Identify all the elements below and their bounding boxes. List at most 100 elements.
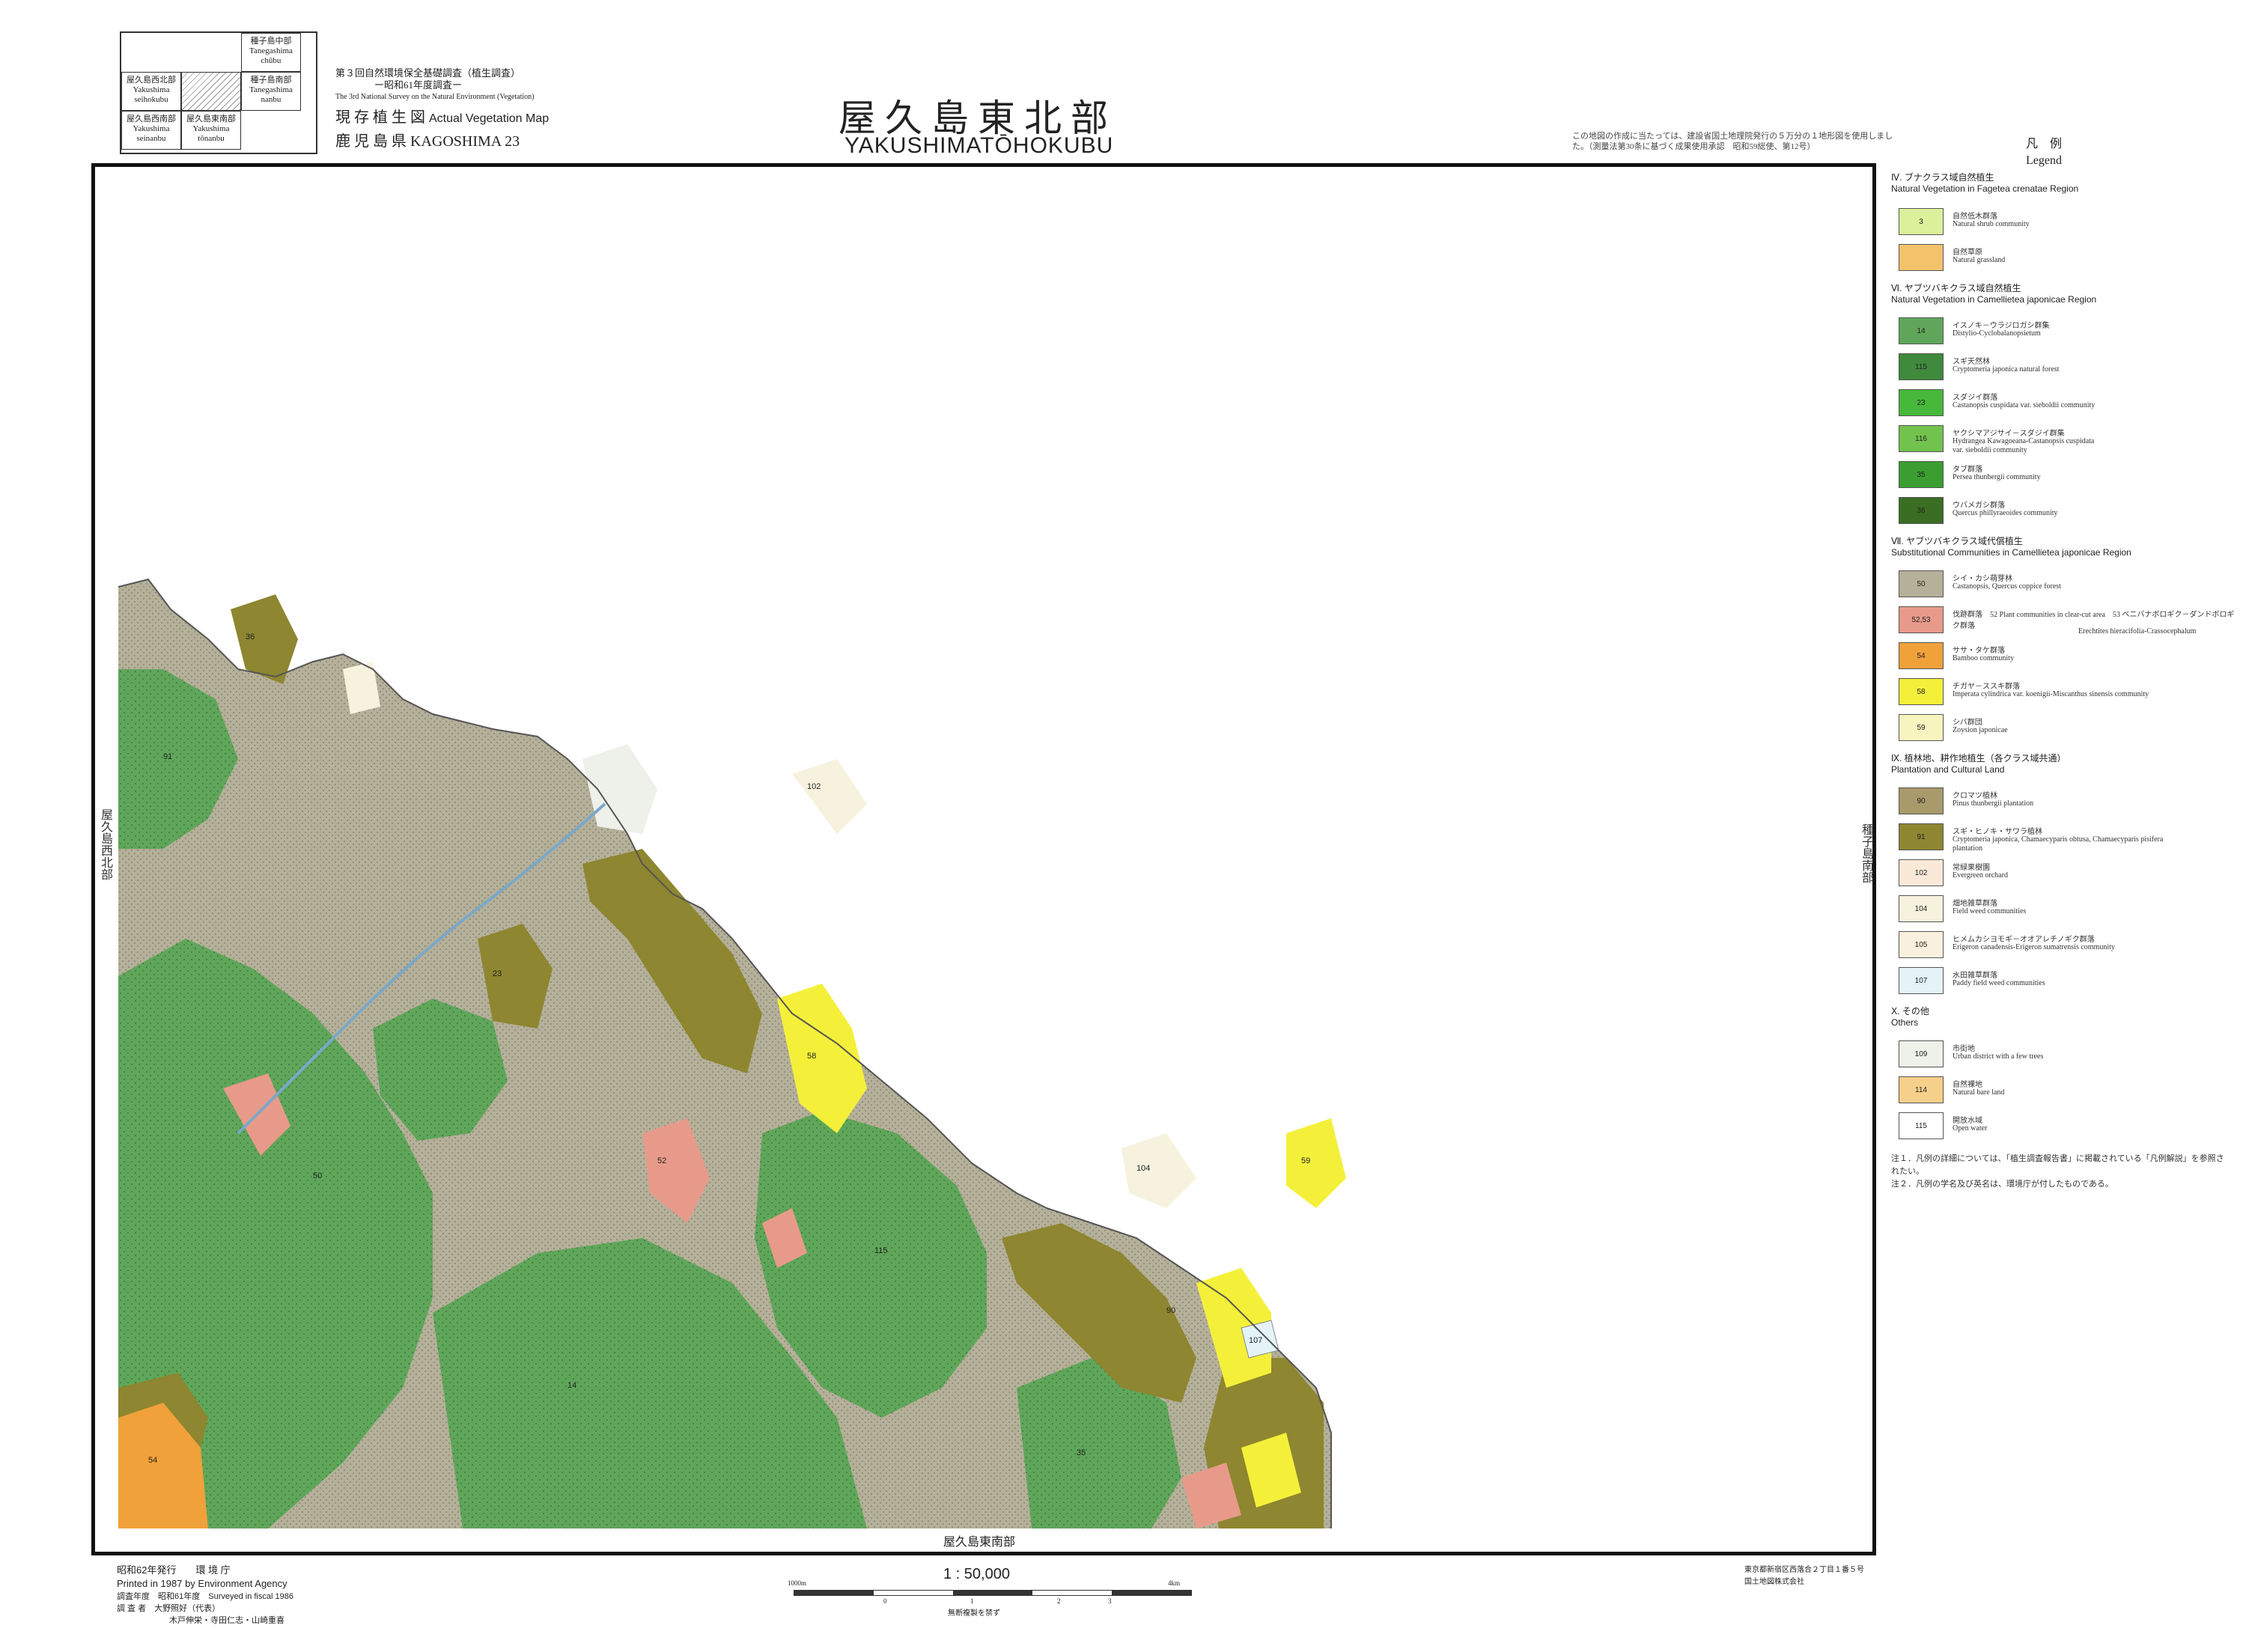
legend-item-jp: ヤクシマアジサイ－スダジイ群集 — [1953, 430, 2065, 438]
legend-heading-jp: Ⅶ. ヤブツバキクラス域代償植生 — [1891, 536, 2023, 546]
map-type-jp: 現 存 植 生 図 — [335, 109, 425, 126]
legend-item-jp: 自然草原 — [1953, 249, 1982, 257]
legend-item: 114 自然裸地 Natural bare land — [1899, 1076, 2243, 1108]
legend-item-jp: 常緑果樹園 — [1953, 864, 1990, 872]
index-map-grid: 種子島中部 Tanegashima chūbu 屋久島西北部 Yakushima s… — [120, 31, 317, 154]
map-type-en: Actual Vegetation Map — [429, 112, 550, 125]
map-label: 90 — [1166, 1306, 1175, 1315]
legend-item-jp: ササ・タケ群落 — [1953, 647, 2005, 655]
legend-heading-jp: Ⅹ. その他 — [1891, 1006, 1929, 1017]
legend-section-2: Ⅵ. ヤブツバキクラス域自然植生 Natural Vegetation in C… — [1891, 283, 2096, 305]
legend-item-en: Erechtites hieracifolia-Crassocephalum — [2078, 627, 2197, 635]
legend-item: 54 ササ・タケ群落 Bamboo community — [1899, 642, 2243, 674]
legend-item-jp: クロマツ植林 — [1953, 792, 1997, 800]
legend-item-en: Cryptomeria japonica, Chamaecyparis obtu… — [1953, 835, 2164, 853]
legend-item-en: Erigeron canadensis-Erigeron sumatrensis… — [1953, 943, 2115, 951]
map-label: 59 — [1301, 1156, 1310, 1165]
legend-title-jp: 凡 例 — [2025, 138, 2062, 150]
scale-tick: 0 — [883, 1597, 887, 1605]
legend-item-en: Castanopsis, Quercus coppice forest — [1953, 582, 2061, 591]
map-label: 107 — [1249, 1336, 1262, 1345]
legend-item: 90 クロマツ植林 Pinus thunbergii plantation — [1899, 787, 2243, 819]
legend-section-5: Ⅹ. その他 Others — [1891, 1006, 1929, 1028]
legend-item-jp: ヒメムカシヨモギ－オオアレチノギク群落 — [1953, 936, 2095, 944]
legend-item-en: Quercus phillyraeoides community — [1953, 509, 2058, 517]
legend-heading-en: Plantation and Cultural Land — [1891, 764, 2005, 775]
scale-tick: 1 — [970, 1597, 974, 1605]
legend-item: 35 タブ群落 Persea thunbergii community — [1899, 461, 2243, 493]
legend-item-en: Open water — [1953, 1124, 1988, 1133]
legend-item-en: Cryptomeria japonica natural forest — [1953, 365, 2060, 374]
reproduction-notice: 無断複製を禁ず — [948, 1609, 1000, 1618]
legend-swatch: 52,53 — [1899, 606, 1944, 633]
surveyors-other: 木戸伸栄・寺田仁志・山崎重喜 — [169, 1616, 284, 1625]
map-type: 現 存 植 生 図 Actual Vegetation Map — [335, 105, 549, 127]
legend-item: 36 ウバメガシ群落 Quercus phillyraeoides communit… — [1899, 497, 2243, 528]
legend-swatch: 54 — [1899, 642, 1944, 669]
legend-title: 凡 例 Legend — [2014, 136, 2074, 169]
legend-item: 109 市街地 Urban district with a few trees — [1899, 1040, 2243, 1072]
legend-item: 14 イスノキ－ウラジロガシ群集 Distylio-Cyclobalanopsiet… — [1899, 317, 2243, 349]
legend-heading-en: Natural Vegetation in Camellietea japoni… — [1891, 294, 2097, 305]
legend-item-en: Pinus thunbergii plantation — [1953, 799, 2034, 808]
legend-heading-en: Natural Vegetation in Fagetea crenatae R… — [1891, 183, 2079, 194]
legend-item: 23 スダジイ群落 Castanopsis cuspidata var. siebo… — [1899, 389, 2243, 421]
legend-section-1: Ⅳ. ブナクラス域自然植生 Natural Vegetation in Fage… — [1891, 172, 2078, 195]
vegetation-map[interactable]: 91 50 52 58 104 14 59 90 102 107 54 115 … — [118, 190, 1849, 1528]
map-label: 14 — [567, 1381, 576, 1390]
legend-item-jp: 水田雑草群落 — [1953, 972, 1997, 980]
adjacent-sheet-east: 種子島南部 — [1860, 823, 1872, 883]
legend-notes: 注１．凡例の詳細については、「植生調査報告書」に掲載されている「凡例解説」を参照… — [1891, 1153, 2228, 1191]
legend-item-en: Natural shrub community — [1953, 220, 2030, 228]
adjacent-sheet-west: 屋久島西北部 — [99, 808, 112, 880]
legend-item: 116 ヤクシマアジサイ－スダジイ群集 Hydrangea Kawagoeana-C… — [1899, 425, 2243, 457]
legend-title-en: Legend — [2026, 154, 2062, 167]
map-label: 50 — [313, 1171, 322, 1180]
map-label: 52 — [657, 1156, 666, 1165]
map-label: 23 — [493, 969, 502, 978]
prefecture-label: 鹿 児 島 県 KAGOSHIMA 23 — [335, 133, 520, 150]
legend-item-en: Natural grassland — [1953, 256, 2006, 264]
index-cell-yakushima-tonanbu: 屋久島東南部 Yakushima tōnanbu — [181, 111, 241, 150]
map-scale: 1 : 50,000 — [943, 1566, 1010, 1582]
legend-item-en: Field weed communities — [1953, 907, 2027, 915]
index-cell-tanegashima-chubu: 種子島中部 Tanegashima chūbu — [241, 33, 301, 72]
index-cell-current-sheet — [181, 72, 241, 111]
legend-item-jp: タブ群落 — [1953, 466, 1982, 474]
legend-heading-jp: Ⅸ. 植林地、耕作地植生（各クラス域共通） — [1891, 753, 2066, 763]
legend-item-en: Hydrangea Kawagoeana-Castanopsis cuspida… — [1953, 437, 2095, 454]
survey-title-jp: 第３回自然環境保全基礎調査（植生調査） — [335, 67, 521, 79]
adjacent-sheet-south: 屋久島東南部 — [943, 1536, 1016, 1549]
legend-item-en: Paddy field weed communities — [1953, 979, 2045, 987]
legend-item: 105 ヒメムカシヨモギ－オオアレチノギク群落 Erigeron canadensi… — [1899, 931, 2243, 963]
index-cell-tanegashima-nanbu: 種子島南部 Tanegashima nanbu — [241, 72, 301, 111]
legend-swatch: 50 — [1899, 570, 1944, 597]
legend-swatch: 115 — [1899, 1112, 1944, 1139]
legend-heading-en: Substitutional Communities in Camelliete… — [1891, 547, 2131, 558]
legend-item-jp: シバ群団 — [1953, 719, 1982, 727]
index-cell-yakushima-seinanbu: 屋久島西南部 Yakushima seinanbu — [121, 111, 181, 150]
publisher-en: Printed in 1987 by Environment Agency — [117, 1578, 287, 1589]
survey-year-jp: ー昭和61年度調査ー — [374, 79, 463, 91]
scale-bar — [794, 1590, 1192, 1596]
legend-swatch: 104 — [1899, 895, 1944, 922]
legend-swatch: 114 — [1899, 1076, 1944, 1103]
legend-item-jp: シイ・カシ萌芽林 — [1953, 575, 2012, 583]
legend-item-jp: 開放水域 — [1953, 1117, 1982, 1125]
legend-item-jp: イスノキ－ウラジロガシ群集 — [1953, 322, 2050, 330]
legend-swatch: 102 — [1899, 859, 1944, 886]
survey-year: 調査年度 昭和61年度 Surveyed in fiscal 1986 — [117, 1592, 293, 1601]
legend-item-jp: 自然裸地 — [1953, 1081, 1982, 1089]
legend-swatch: 35 — [1899, 461, 1944, 488]
legend-note: 注２．凡例の学名及び英名は、環境庁が付したものである。 — [1891, 1180, 2113, 1189]
legend-swatch: 109 — [1899, 1040, 1944, 1067]
surveyors-lead: 調 査 者 大野照好（代表） — [117, 1604, 221, 1613]
map-label: 104 — [1136, 1164, 1150, 1173]
map-label: 115 — [874, 1246, 888, 1255]
legend-item-en: Urban district with a few trees — [1953, 1052, 2044, 1061]
legend-item: 59 シバ群団 Zoysion japonicae — [1899, 714, 2243, 746]
legend-item: 58 チガヤ－ススキ群落 Imperata cylindrica var. koen… — [1899, 678, 2243, 710]
legend-swatch: 14 — [1899, 317, 1944, 344]
legend-swatch: 36 — [1899, 497, 1944, 524]
legend-item: 102 常緑果樹園 Evergreen orchard — [1899, 859, 2243, 891]
